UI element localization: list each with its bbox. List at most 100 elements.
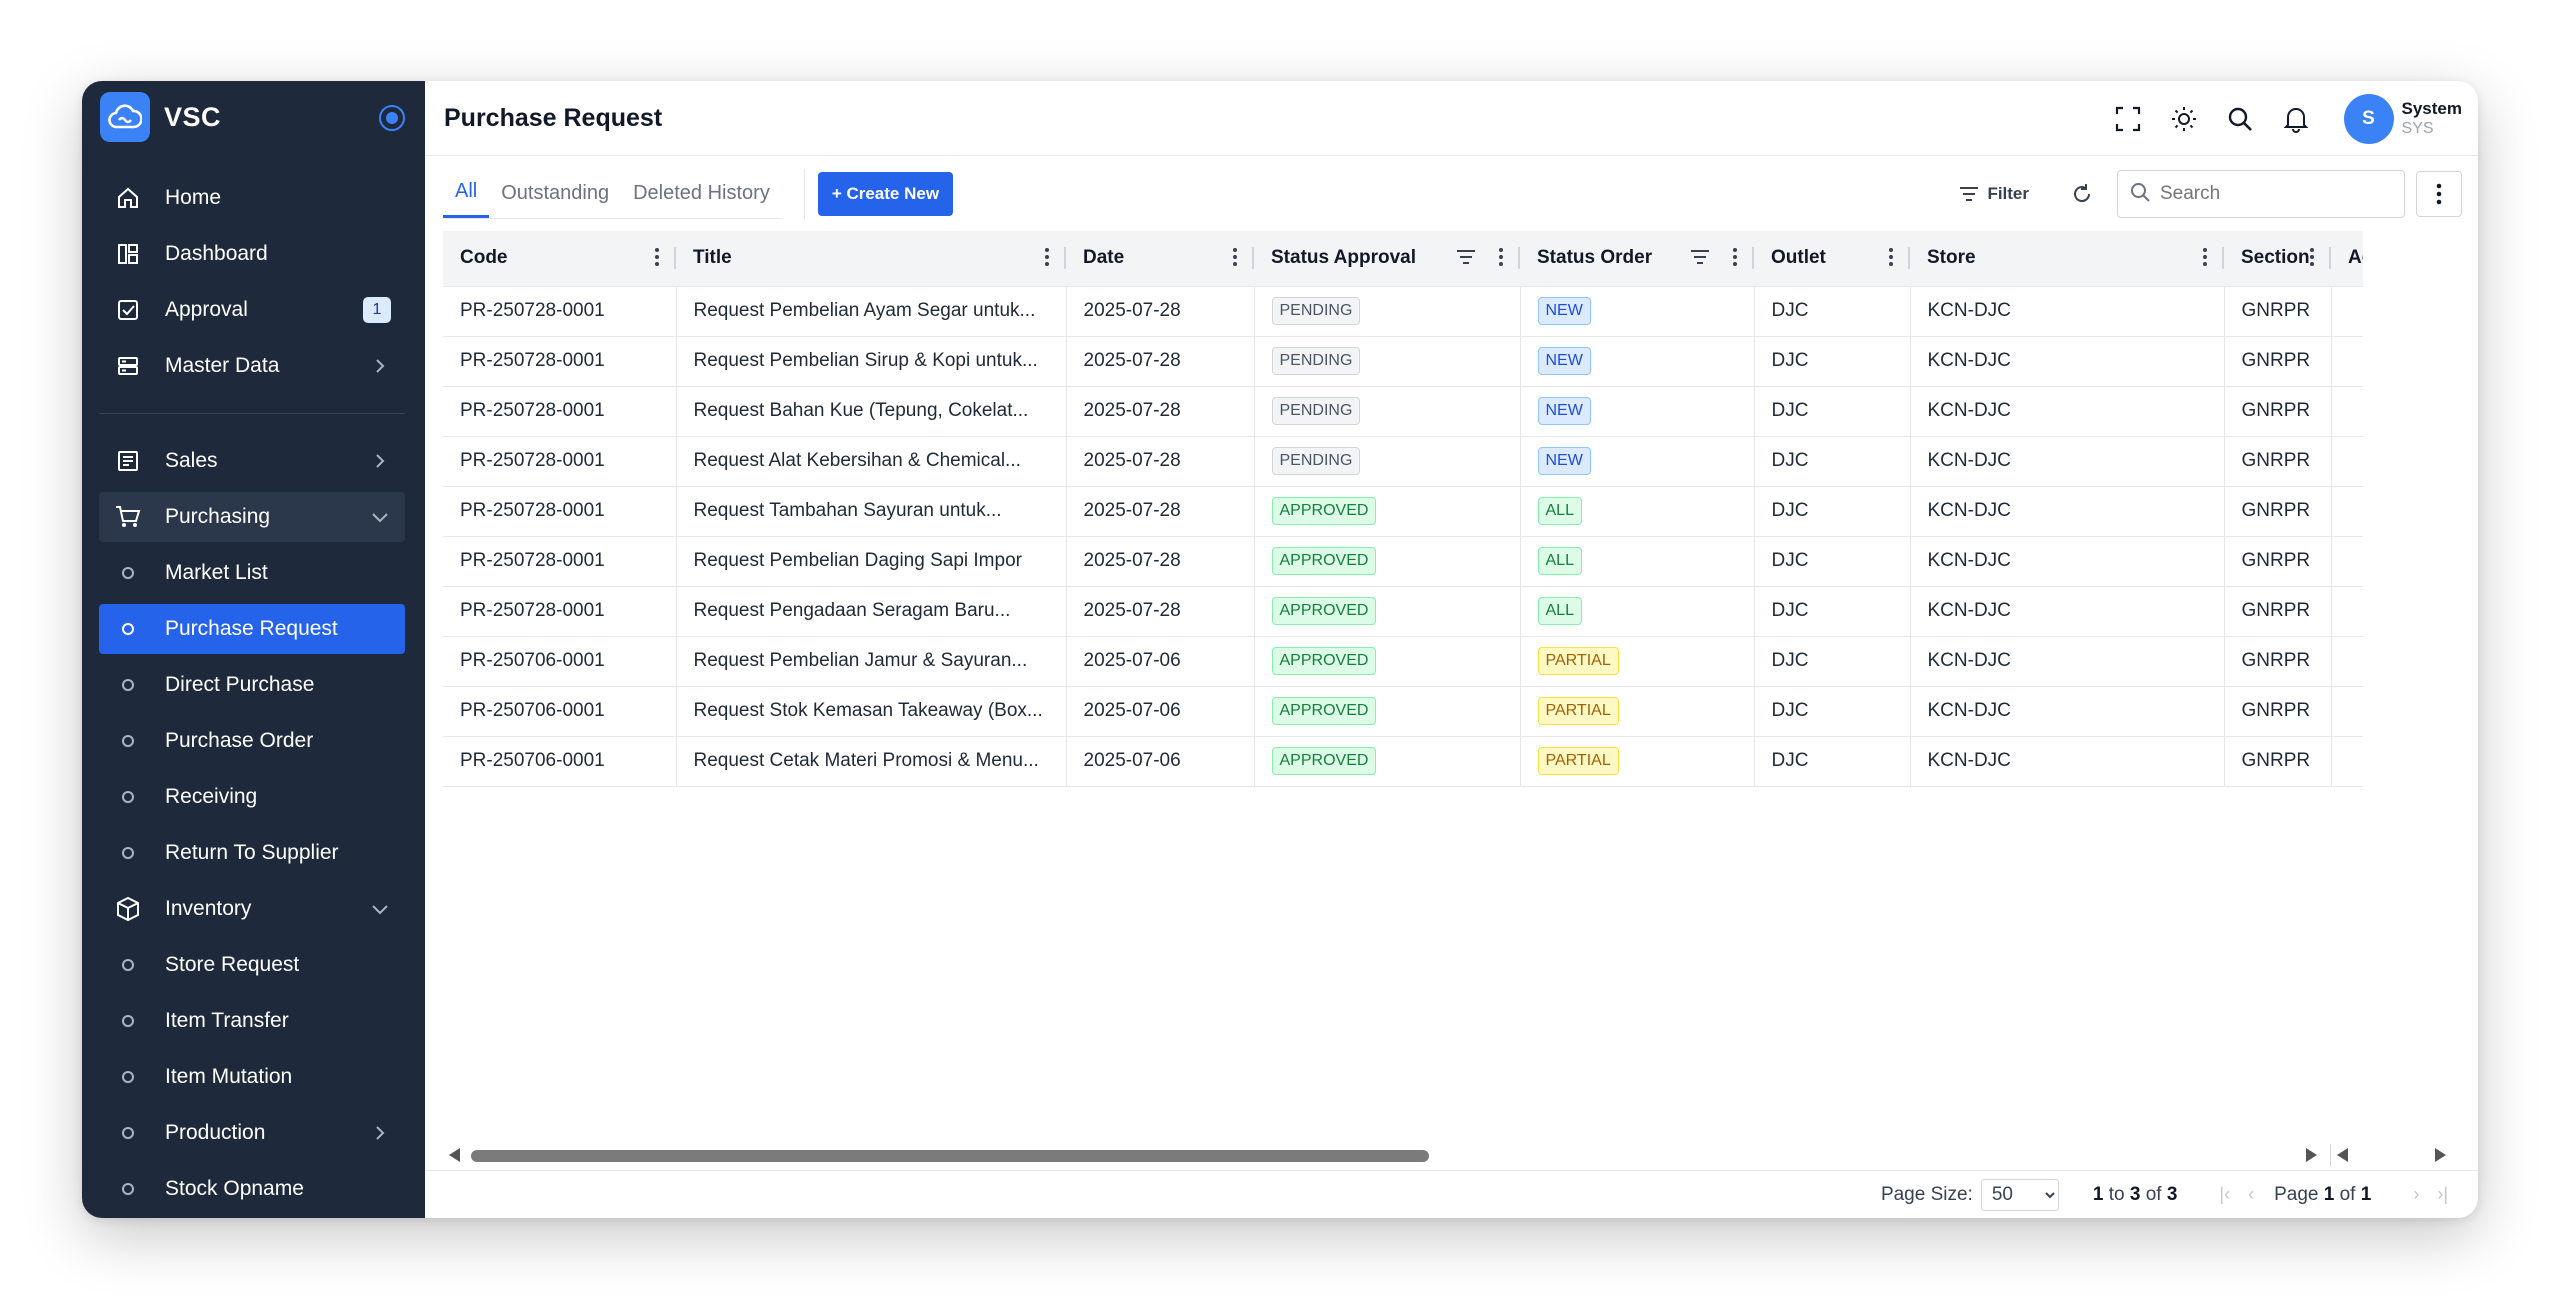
sidebar-item-production[interactable]: Production [99, 1108, 405, 1158]
cell-text: PR-250706-0001 [460, 750, 605, 771]
prev-page-icon[interactable]: ‹ [2248, 1184, 2254, 1205]
table-row[interactable]: PR-250728-0001 Request Tambahan Sayuran u… [443, 486, 2363, 537]
column-filter-icon[interactable] [1456, 249, 1476, 271]
column-menu-icon[interactable] [1888, 247, 1894, 273]
column-menu-icon[interactable] [2202, 247, 2208, 273]
table-row[interactable]: PR-250706-0001 Request Stok Kemasan Takea… [443, 686, 2363, 737]
table-cell-action [2331, 636, 2363, 687]
column-header-label: Action [2348, 247, 2363, 269]
table-row[interactable]: PR-250728-0001 Request Pembelian Ayam Seg… [443, 286, 2363, 337]
column-menu-icon[interactable] [2309, 247, 2315, 273]
sidebar-item-dashboard[interactable]: Dashboard [99, 229, 405, 279]
filter-button[interactable]: Filter [1959, 184, 2029, 204]
cell-text: 2025-07-28 [1083, 400, 1181, 421]
column-menu-icon[interactable] [1498, 247, 1504, 273]
column-menu-icon[interactable] [654, 247, 660, 273]
cell-text: KCN-DJC [1927, 550, 2011, 571]
pinned-horizontal-scrollbar[interactable] [2330, 1144, 2446, 1166]
tab-outstanding[interactable]: Outstanding [489, 169, 621, 218]
column-header-action[interactable]: Action [2331, 231, 2363, 287]
sidebar-item-direct-purchase[interactable]: Direct Purchase [99, 660, 405, 710]
cell-text: GNRPR [2241, 300, 2311, 321]
column-filter-icon[interactable] [1690, 249, 1710, 271]
column-header-outlet[interactable]: Outlet [1754, 231, 1910, 287]
table-row[interactable]: PR-250706-0001 Request Cetak Materi Promo… [443, 736, 2363, 787]
search-box[interactable] [2117, 170, 2405, 218]
sidebar-toggle-icon[interactable] [379, 105, 405, 131]
sidebar-item-inventory[interactable]: Inventory [99, 884, 405, 934]
column-header-store[interactable]: Store [1910, 231, 2224, 287]
table-row[interactable]: PR-250728-0001 Request Pembelian Sirup & … [443, 336, 2363, 387]
sidebar-item-sales[interactable]: Sales [99, 436, 405, 486]
avatar[interactable]: S [2343, 93, 2394, 144]
cell-text: 2025-07-06 [1083, 700, 1181, 721]
table-cell: Request Pembelian Jamur & Sayuran... [676, 636, 1067, 687]
sidebar-item-purchasing[interactable]: Purchasing [99, 492, 405, 542]
page-size-select[interactable]: 50 [1980, 1178, 2059, 1211]
column-menu-icon[interactable] [1732, 247, 1738, 273]
column-menu-icon[interactable] [1232, 247, 1238, 273]
page-total: 1 [2360, 1183, 2372, 1205]
scroll-left-arrow-icon[interactable] [2337, 1148, 2348, 1162]
search-input[interactable] [2160, 183, 2380, 205]
sidebar-item-market-list[interactable]: Market List [99, 548, 405, 598]
tab-deleted-history[interactable]: Deleted History [621, 169, 782, 218]
table-row[interactable]: PR-250728-0001 Request Pengadaan Seragam … [443, 586, 2363, 637]
cell-text: PR-250728-0001 [460, 300, 605, 321]
next-page-icon[interactable]: › [2413, 1184, 2419, 1205]
last-page-icon[interactable]: ›| [2437, 1184, 2448, 1205]
sidebar-item-store-request[interactable]: Store Request [99, 940, 405, 990]
table-cell: KCN-DJC [1910, 436, 2225, 487]
sidebar-item-label: Approval [165, 298, 248, 321]
table-cell: PENDING [1254, 436, 1521, 487]
scrollbar-thumb[interactable] [471, 1150, 1429, 1162]
column-header-status-approval[interactable]: Status Approval [1254, 231, 1520, 287]
tab-all[interactable]: All [443, 169, 490, 218]
table-row[interactable]: PR-250706-0001 Request Pembelian Jamur & … [443, 636, 2363, 687]
sidebar-item-purchase-order[interactable]: Purchase Order [99, 716, 405, 766]
sidebar-item-item-mutation[interactable]: Item Mutation [99, 1052, 405, 1102]
cell-text: 2025-07-28 [1083, 450, 1181, 471]
column-header-date[interactable]: Date [1066, 231, 1254, 287]
fullscreen-icon[interactable] [2110, 101, 2146, 137]
cell-text: GNRPR [2241, 750, 2311, 771]
sidebar-item-return-to-supplier[interactable]: Return To Supplier [99, 828, 405, 878]
sun-icon[interactable] [2166, 101, 2202, 137]
page-word: Page [2274, 1183, 2319, 1205]
table-row[interactable]: PR-250728-0001 Request Alat Kebersihan & … [443, 436, 2363, 487]
sidebar-item-approval[interactable]: Approval 1 [99, 285, 405, 335]
more-options-button[interactable] [2416, 171, 2462, 217]
cell-text: DJC [1771, 400, 1809, 421]
sidebar-item-stock-opname[interactable]: Stock Opname [99, 1164, 405, 1214]
sidebar-item-home[interactable]: Home [99, 173, 405, 223]
column-header-title[interactable]: Title [676, 231, 1066, 287]
scroll-right-arrow-icon[interactable] [2306, 1148, 2317, 1162]
column-header-code[interactable]: Code [443, 231, 676, 287]
column-menu-icon[interactable] [1044, 247, 1050, 273]
sidebar-item-label: Home [165, 186, 222, 209]
column-header-status-order[interactable]: Status Order [1520, 231, 1754, 287]
table-cell: 2025-07-06 [1066, 636, 1255, 687]
table-row[interactable]: PR-250728-0001 Request Pembelian Daging S… [443, 536, 2363, 587]
range-to: 3 [2129, 1183, 2141, 1205]
sidebar-item-master-data[interactable]: Master Data [99, 341, 405, 391]
create-new-button[interactable]: + Create New [817, 171, 954, 216]
sidebar-item-receiving[interactable]: Receiving [99, 772, 405, 822]
table-cell: PR-250728-0001 [443, 486, 677, 537]
horizontal-scrollbar[interactable] [443, 1144, 2317, 1166]
table-cell: GNRPR [2224, 736, 2332, 787]
refresh-icon[interactable] [2067, 179, 2097, 209]
cell-text: KCN-DJC [1927, 300, 2011, 321]
user-info[interactable]: System SYS [2402, 99, 2462, 139]
sidebar-item-item-transfer[interactable]: Item Transfer [99, 996, 405, 1046]
cell-text: PR-250728-0001 [460, 500, 605, 521]
scroll-right-arrow-icon[interactable] [2435, 1148, 2446, 1162]
table-row[interactable]: PR-250728-0001 Request Bahan Kue (Tepung,… [443, 386, 2363, 437]
column-header-section[interactable]: Section [2224, 231, 2331, 287]
sidebar-item-label: Direct Purchase [165, 673, 315, 696]
bell-icon[interactable] [2278, 101, 2314, 137]
first-page-icon[interactable]: |‹ [2219, 1184, 2230, 1205]
sidebar-item-purchase-request[interactable]: Purchase Request [99, 604, 405, 654]
search-icon[interactable] [2222, 101, 2258, 137]
scroll-left-arrow-icon[interactable] [449, 1148, 460, 1162]
